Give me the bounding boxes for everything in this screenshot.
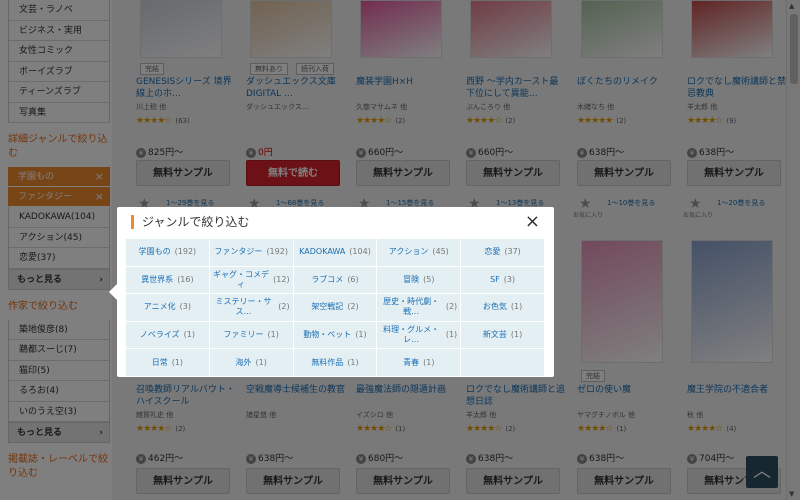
genre-option — [461, 349, 544, 376]
genre-name: 異世界系 — [141, 274, 174, 284]
genre-count: (1) — [183, 330, 195, 340]
genre-option[interactable]: 青春 (1) — [377, 349, 461, 376]
genre-name: 架空戦記 — [311, 302, 344, 312]
genre-option[interactable]: ギャグ・コメディ (12) — [209, 266, 293, 294]
genre-count: (45) — [432, 247, 449, 257]
genre-option[interactable]: 歴史・時代劇・戦… (2) — [377, 294, 461, 321]
genre-count: (192) — [266, 247, 288, 257]
genre-option[interactable]: 異世界系 (16) — [126, 266, 209, 294]
genre-name: 料理・グルメ・レ… — [383, 325, 440, 345]
genre-count: (12) — [273, 274, 290, 284]
genre-name: 青春 — [403, 357, 420, 367]
genre-option[interactable]: ラブコメ (6) — [293, 266, 377, 294]
genre-grid: 学園もの (192) ファンタジー (192) KADOKAWA (104) アクション (4… — [126, 239, 544, 376]
genre-option[interactable]: 無料作品 (1) — [293, 349, 377, 376]
app-root: 文芸・ラノベ ビジネス・実用 女性コミック ボーイズラブ ティーンズラブ 写真集… — [0, 0, 800, 500]
genre-option[interactable]: 海外 (1) — [209, 349, 293, 376]
genre-option[interactable]: ノベライズ (1) — [126, 321, 209, 349]
genre-option[interactable]: アニメ化 (3) — [126, 294, 209, 321]
genre-count: (2) — [278, 302, 290, 312]
genre-name: ノベライズ — [139, 330, 180, 340]
genre-name: 海外 — [235, 357, 252, 367]
modal-caret — [109, 284, 117, 300]
genre-name: 動物・ペット — [303, 330, 352, 340]
genre-option[interactable]: ファンタジー (192) — [209, 239, 293, 266]
genre-count: (6) — [347, 274, 359, 284]
genre-option[interactable]: ミステリー・サス… (2) — [209, 294, 293, 321]
genre-option[interactable]: 学園もの (192) — [126, 239, 209, 266]
genre-count: (104) — [349, 247, 371, 257]
genre-name: 日常 — [151, 357, 168, 367]
genre-name: 冒険 — [403, 274, 420, 284]
genre-count: (2) — [347, 302, 359, 312]
genre-count: (3) — [503, 274, 516, 284]
genre-count: (1) — [347, 357, 359, 367]
genre-name: ファンタジー — [214, 247, 263, 257]
genre-option[interactable]: 新文芸 (1) — [461, 321, 544, 349]
genre-count: (3) — [179, 302, 191, 312]
genre-count: (1) — [510, 302, 523, 312]
genre-name: ラブコメ — [311, 274, 344, 284]
genre-option[interactable]: お色気 (1) — [461, 294, 544, 321]
genre-option[interactable]: 架空戦記 (2) — [293, 294, 377, 321]
genre-name: お色気 — [482, 302, 507, 312]
modal-title: ジャンルで絞り込む — [131, 215, 249, 229]
genre-name: アクション — [388, 247, 429, 257]
genre-count: (1) — [445, 330, 458, 340]
genre-count: (2) — [445, 302, 458, 312]
genre-option[interactable]: アクション (45) — [377, 239, 461, 266]
genre-option[interactable]: ファミリー (1) — [209, 321, 293, 349]
genre-name: 無料作品 — [311, 357, 344, 367]
genre-count: (1) — [267, 330, 279, 340]
genre-count: (1) — [355, 330, 367, 340]
genre-option[interactable]: 冒険 (5) — [377, 266, 461, 294]
genre-count: (1) — [510, 330, 523, 340]
genre-name: 歴史・時代劇・戦… — [383, 297, 440, 317]
genre-name: SF — [490, 274, 500, 284]
genre-count: (1) — [171, 357, 184, 367]
genre-name: ミステリー・サス… — [215, 297, 272, 317]
genre-name: ファミリー — [223, 330, 264, 340]
genre-count: (5) — [423, 274, 435, 284]
genre-name: 恋愛 — [484, 247, 501, 257]
genre-option[interactable]: 日常 (1) — [126, 349, 209, 376]
genre-name: アニメ化 — [143, 302, 176, 312]
genre-option[interactable]: 動物・ペット (1) — [293, 321, 377, 349]
genre-option[interactable]: KADOKAWA (104) — [293, 239, 377, 266]
genre-count: (1) — [423, 357, 435, 367]
genre-filter-modal: ジャンルで絞り込む × 学園もの (192) ファンタジー (192) KADOKAWA… — [109, 207, 554, 377]
genre-name: 学園もの — [138, 247, 171, 257]
genre-name: 新文芸 — [482, 330, 507, 340]
genre-count: (16) — [177, 274, 194, 284]
genre-option[interactable]: SF (3) — [461, 266, 544, 294]
genre-name: ギャグ・コメディ — [212, 269, 269, 289]
genre-option[interactable]: 恋愛 (37) — [461, 239, 544, 266]
genre-count: (192) — [174, 247, 197, 257]
genre-count: (37) — [504, 247, 521, 257]
close-icon[interactable]: × — [525, 213, 540, 231]
genre-name: KADOKAWA — [299, 247, 346, 257]
genre-option[interactable]: 料理・グルメ・レ… (1) — [377, 321, 461, 349]
genre-count: (1) — [255, 357, 267, 367]
